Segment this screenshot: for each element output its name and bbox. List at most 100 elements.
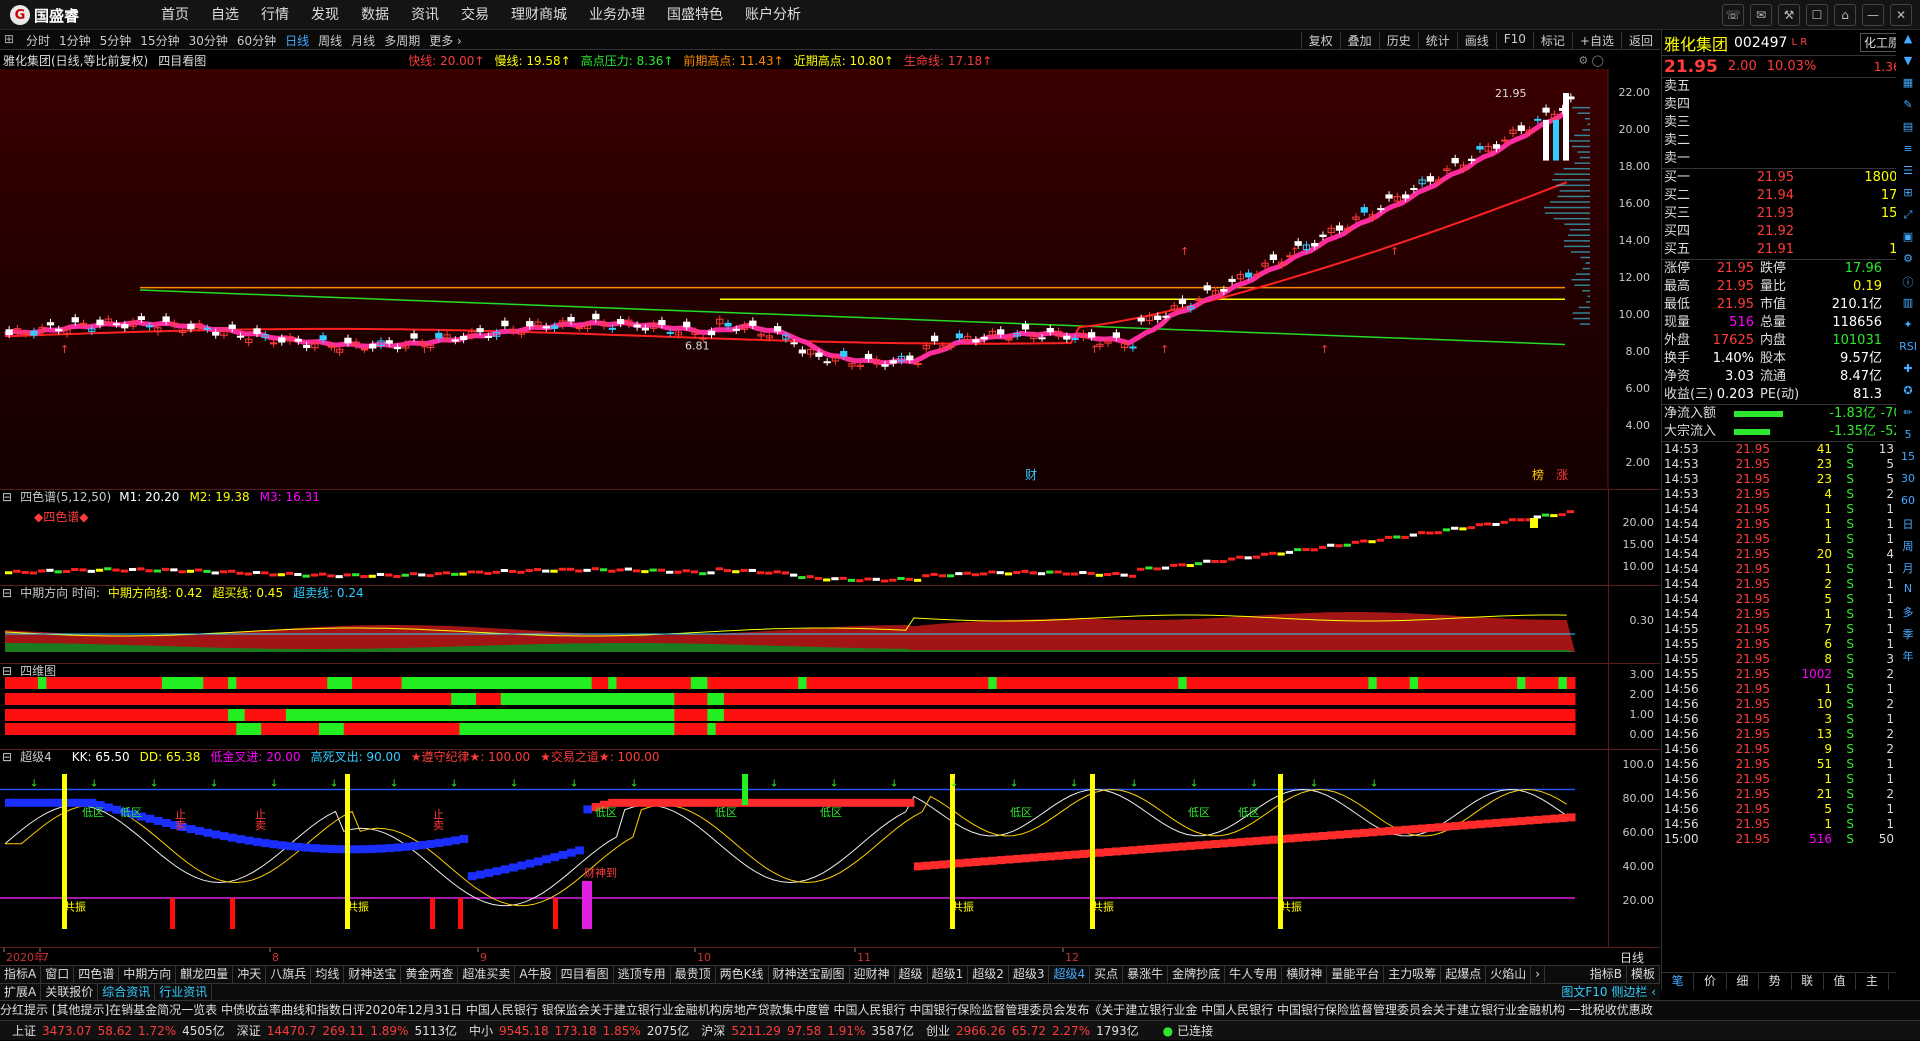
index-quote[interactable]: 上证 3473.07 58.62 1.72% 4505亿 [12,1024,225,1038]
period-tab[interactable]: 更多 › [429,32,462,49]
side-tool-icon[interactable]: ▼ [1898,54,1918,74]
period-tab[interactable]: 日线 [285,32,309,49]
indicator-tab[interactable]: 超级3 [1009,966,1050,983]
chart-view-tab[interactable]: 四目看图 [158,52,206,69]
indicator-tab[interactable]: 麒龙四量 [176,966,234,983]
side-tool-icon[interactable]: N [1898,582,1918,602]
grid-icon[interactable]: ⊞ [4,32,14,46]
info-tab[interactable]: 扩展A [0,984,42,1000]
menu-item[interactable]: 自选 [200,0,250,30]
period-tab[interactable]: 30分钟 [189,32,228,49]
window-button-icon[interactable]: ⌂ [1834,4,1856,26]
side-tool-icon[interactable]: 季 [1898,626,1918,646]
window-button-icon[interactable]: ☐ [1806,4,1828,26]
side-tool-icon[interactable]: ▥ [1898,296,1918,316]
side-tool-icon[interactable]: ☰ [1898,164,1918,184]
indicator-tab[interactable]: 模板 [1627,966,1660,983]
quote-tab[interactable]: 势 [1759,973,1792,990]
indicator-tab[interactable]: 窗口 [41,966,75,983]
window-button-icon[interactable]: ☏ [1722,4,1744,26]
period-tab[interactable]: 多周期 [384,32,420,49]
menu-item[interactable]: 发现 [300,0,350,30]
indicator-tab[interactable]: 指标B [1586,966,1627,983]
indicator-tab[interactable]: 超级1 [928,966,969,983]
quote-tab[interactable]: 值 [1824,973,1857,990]
window-button-icon[interactable]: ✉ [1750,4,1772,26]
side-tool-icon[interactable]: ⓘ [1898,274,1918,294]
window-button-icon[interactable]: — [1862,4,1884,26]
chart-tool-button[interactable]: 复权 [1300,32,1340,49]
period-tab[interactable]: 分时 [26,32,50,49]
indicator-tab[interactable]: 指标A [0,966,42,983]
indicator-tab[interactable]: 横财神 [1282,966,1328,983]
indicator-tab[interactable]: 四色谱 [74,966,120,983]
index-quote[interactable]: 沪深 5211.29 97.58 1.91% 3587亿 [701,1024,914,1038]
indicator-tab[interactable]: 牛人专用 [1225,966,1283,983]
info-tab[interactable]: 综合资讯 [98,984,156,1000]
period-tab[interactable]: 周线 [318,32,342,49]
period-tab[interactable]: 1分钟 [59,32,91,49]
chart-tool-button[interactable]: 历史 [1378,32,1418,49]
side-tool-icon[interactable]: ▤ [1898,120,1918,140]
side-tool-icon[interactable]: ≡ [1898,142,1918,162]
indicator-tab[interactable]: 均线 [311,966,345,983]
chart-tool-button[interactable]: 统计 [1417,32,1457,49]
side-tool-icon[interactable]: ▲ [1898,32,1918,52]
quote-tab[interactable]: 笔 [1662,973,1695,990]
indicator-tab[interactable]: 迎财神 [850,966,895,983]
side-tool-icon[interactable]: 15 [1898,450,1918,470]
indicator-tab[interactable]: A牛股 [515,966,557,983]
info-tab[interactable]: 关联报价 [41,984,99,1000]
indicator-tab[interactable]: 超级 [895,966,928,983]
chart-tool-button[interactable]: 返回 [1620,32,1660,49]
indicator-tab[interactable]: 冲天 [233,966,267,983]
panel-siweitu[interactable]: ⊟ 四维图 3.00 2.00 1.00 0.00 [0,663,1660,750]
menu-item[interactable]: 行情 [250,0,300,30]
menu-item[interactable]: 国盛特色 [656,0,734,30]
window-button-icon[interactable]: ✕ [1890,4,1912,26]
chart-tool-button[interactable]: 标记 [1532,32,1572,49]
indicator-tab[interactable]: 四目看图 [557,966,614,983]
indicator-tab[interactable]: 最贵顶 [671,966,716,983]
side-tool-icon[interactable]: 多 [1898,604,1918,624]
side-tool-icon[interactable]: ✏ [1898,406,1918,426]
indicator-tab[interactable]: 超级4 [1049,966,1091,983]
indicator-tab[interactable]: 逃顶专用 [614,966,671,983]
panel-settings-icon[interactable]: ⚙ ◯ [1578,54,1604,67]
panel-zqfx[interactable]: ⊟ 中期方向 时间: 中期方向线: 0.42 超买线: 0.45 超卖线: 0.24… [0,585,1660,664]
side-tool-icon[interactable]: ✎ [1898,98,1918,118]
period-tab[interactable]: 5分钟 [100,32,132,49]
side-tool-icon[interactable]: ▦ [1898,76,1918,96]
period-tab[interactable]: 15分钟 [140,32,179,49]
side-tool-icon[interactable]: ⤢ [1898,208,1918,228]
main-candle-chart[interactable]: 22.00 20.00 18.00 16.00 14.00 12.00 10.00 8.00 6… [0,69,1660,489]
panel-siseqp[interactable]: ⊟ 四色谱(5,12,50) M1: 20.20 M2: 19.38 M3: 16.… [0,489,1660,586]
side-tool-icon[interactable]: ✦ [1898,318,1918,338]
panel-chaoji4[interactable]: ⊟ 超级4 KK: 65.50 DD: 65.38 低金叉进: 20.00 高死叉出:… [0,749,1660,948]
menu-item[interactable]: 理财商城 [500,0,578,30]
indicator-tab[interactable]: 超准买卖 [458,966,516,983]
side-tool-icon[interactable]: ✪ [1898,384,1918,404]
chart-tool-button[interactable]: F10 [1495,32,1533,49]
side-tool-icon[interactable]: ⊞ [1898,186,1918,206]
period-tab[interactable]: 月线 [351,32,375,49]
menu-item[interactable]: 账户分析 [734,0,812,30]
f10-sidebar-toggle[interactable]: 图文F10 侧边栏 ‹ [1557,984,1660,1000]
index-quote[interactable]: 创业 2966.26 65.72 2.27% 1793亿 [926,1024,1139,1038]
indicator-tab[interactable]: 黄金两查 [401,966,459,983]
tick-list[interactable]: 14:53 21.95 41 S 13 14:53 21.95 23 S 5 14:53 21.95 2… [1662,442,1920,847]
indicator-tab[interactable]: 金牌抄底 [1168,966,1226,983]
chart-tool-button[interactable]: +自选 [1571,32,1621,49]
menu-item[interactable]: 交易 [450,0,500,30]
chart-tool-button[interactable]: 画线 [1456,32,1496,49]
side-tool-icon[interactable]: RSI [1898,340,1918,360]
side-tool-icon[interactable]: 周 [1898,538,1918,558]
indicator-tab[interactable]: 量能平台 [1327,966,1385,983]
quote-tab[interactable]: 细 [1727,973,1760,990]
menu-item[interactable]: 首页 [150,0,200,30]
indicator-tab[interactable]: › [1531,966,1546,983]
indicator-tab[interactable]: 暴涨牛 [1123,966,1169,983]
indicator-tab[interactable]: 主力吸筹 [1384,966,1442,983]
side-tool-icon[interactable]: ▣ [1898,230,1918,250]
indicator-tab[interactable]: 买点 [1090,966,1124,983]
